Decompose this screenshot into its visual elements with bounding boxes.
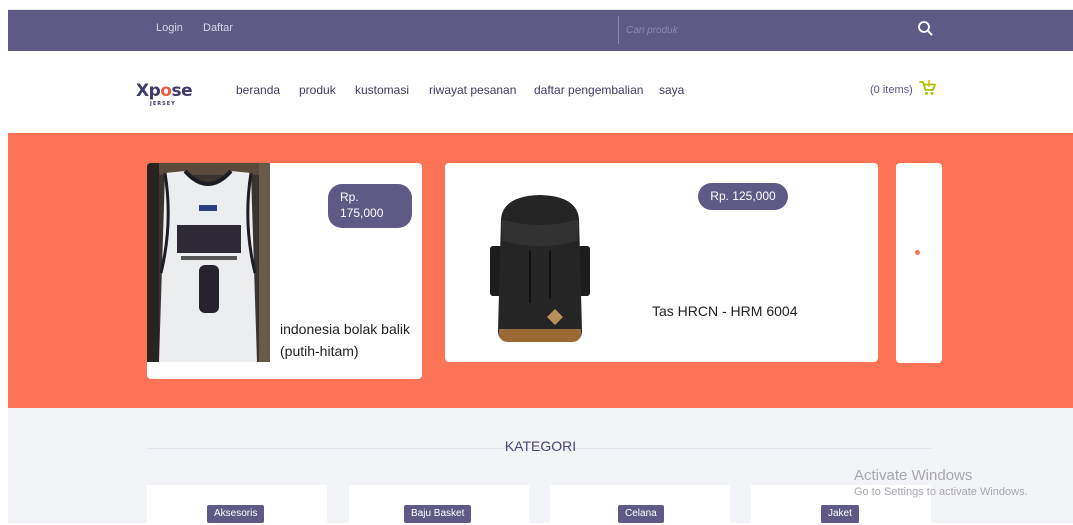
cart-icon: [918, 79, 937, 99]
category-card-baju-basket[interactable]: Baju Basket: [349, 485, 529, 525]
price-badge: Rp. 125,000: [698, 183, 788, 210]
category-badge[interactable]: Aksesoris: [207, 505, 265, 523]
logo-wordmark: Xpose: [136, 81, 193, 101]
category-badge[interactable]: Baju Basket: [404, 505, 472, 523]
section-title: KATEGORI: [504, 438, 577, 454]
category-badge[interactable]: Jaket: [821, 505, 859, 523]
kategori-section: KATEGORI Aksesoris Baju Basket Celana Ja…: [8, 408, 1073, 525]
login-link[interactable]: Login: [156, 22, 183, 34]
product-name[interactable]: Tas HRCN - HRM 6004: [652, 303, 797, 319]
register-link[interactable]: Daftar: [203, 22, 233, 34]
nav-kustomasi[interactable]: kustomasi: [355, 83, 409, 97]
product-card-peek[interactable]: [896, 163, 942, 363]
category-badge[interactable]: Celana: [618, 505, 664, 523]
cart-count: (0 items): [870, 83, 913, 96]
logo-subtitle: JERSEY: [150, 101, 176, 107]
watermark-subtitle: Go to Settings to activate Windows.: [854, 486, 1028, 498]
nav-saya[interactable]: saya: [659, 83, 684, 97]
category-card-aksesoris[interactable]: Aksesoris: [147, 485, 327, 525]
windows-activation-watermark: Activate Windows Go to Settings to activ…: [854, 467, 1028, 498]
nav-riwayat-pesanan[interactable]: riwayat pesanan: [429, 83, 516, 97]
cart-button[interactable]: (0 items): [870, 79, 937, 99]
search-input[interactable]: [626, 20, 906, 40]
jersey-image[interactable]: [147, 163, 270, 362]
category-card-celana[interactable]: Celana: [550, 485, 730, 525]
search-divider: [618, 16, 619, 44]
browser-top-strip: [8, 0, 1073, 10]
main-navbar: Xpose JERSEY beranda produk kustomasi ri…: [8, 51, 1073, 133]
price-badge: Rp. 175,000: [328, 184, 412, 228]
product-card[interactable]: Rp. 125,000 Tas HRCN - HRM 6004: [445, 163, 878, 362]
carousel-dot-icon[interactable]: [915, 250, 920, 255]
site-logo[interactable]: Xpose JERSEY: [136, 81, 200, 115]
nav-beranda[interactable]: beranda: [236, 83, 280, 97]
hero-product-carousel: Rp. 175,000 indonesia bolak balik (putih…: [8, 133, 1073, 408]
product-card[interactable]: Rp. 175,000 indonesia bolak balik (putih…: [147, 163, 422, 379]
backpack-image[interactable]: [485, 191, 595, 346]
watermark-title: Activate Windows: [854, 467, 973, 484]
top-bar: Login Daftar: [8, 10, 1073, 51]
search-icon[interactable]: [916, 19, 936, 39]
nav-produk[interactable]: produk: [299, 83, 336, 97]
nav-daftar-pengembalian[interactable]: daftar pengembalian: [534, 83, 643, 97]
product-name[interactable]: indonesia bolak balik (putih-hitam): [280, 318, 420, 362]
